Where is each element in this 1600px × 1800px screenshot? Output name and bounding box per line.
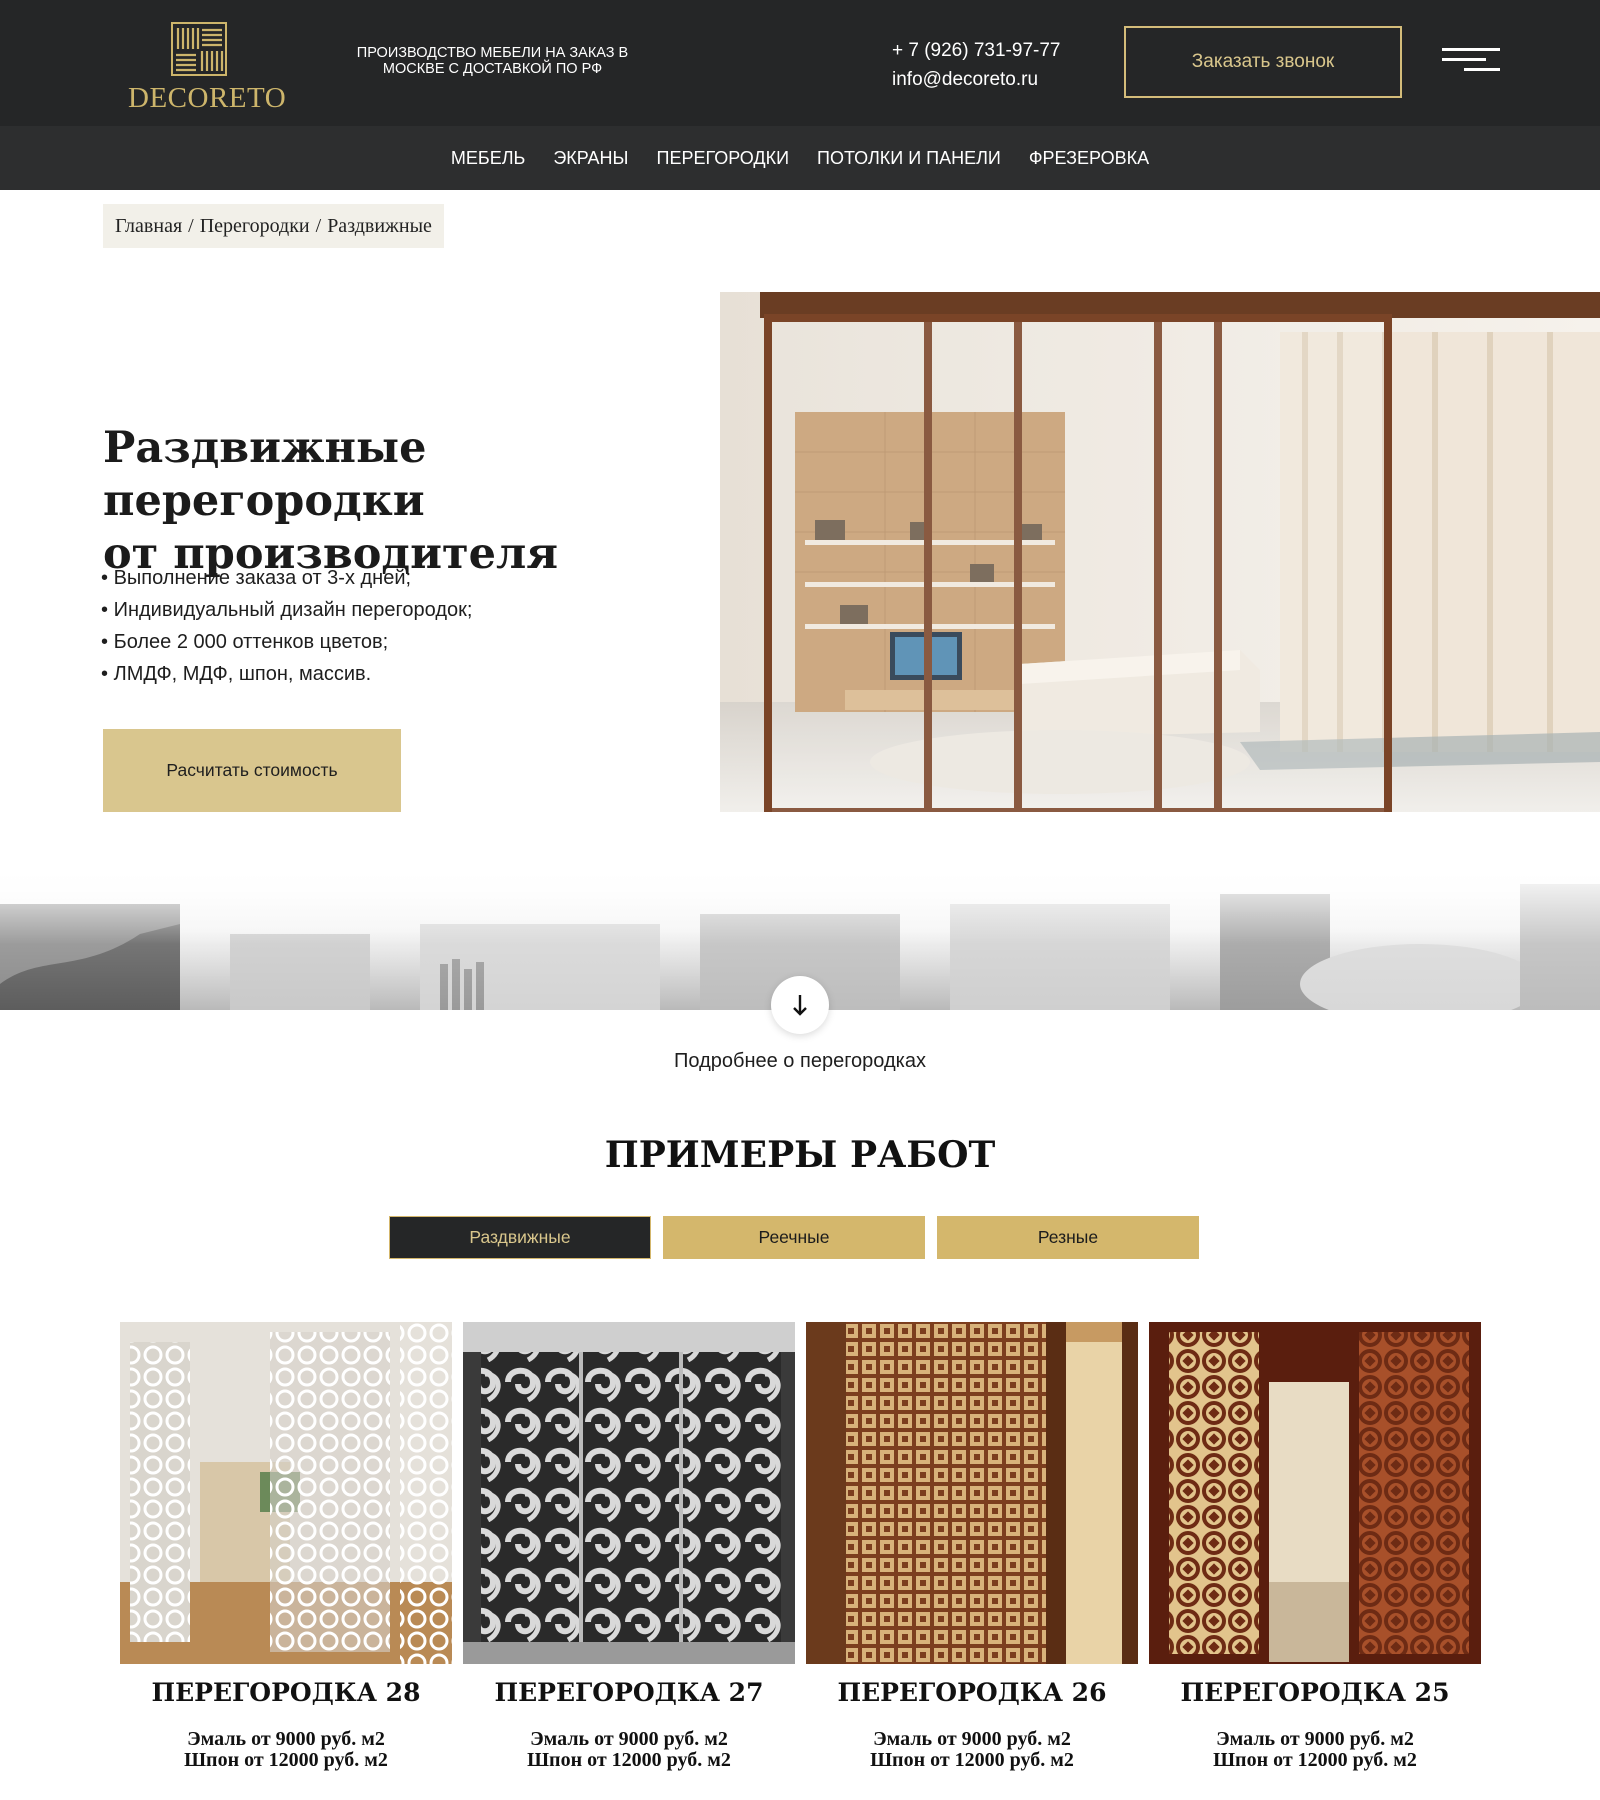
product-image[interactable]	[120, 1322, 452, 1664]
logo[interactable]: DECORETO	[128, 22, 287, 114]
works-section-title: ПРИМЕРЫ РАБОТ	[604, 1134, 996, 1176]
price-enamel: Эмаль от 9000 руб. м2	[187, 1728, 385, 1750]
price-enamel: Эмаль от 9000 руб. м2	[1216, 1728, 1414, 1750]
nav-item-partitions[interactable]: ПЕРЕГОРОДКИ	[657, 148, 790, 169]
product-card[interactable]: ПЕРЕГОРОДКА 28 Эмаль от 9000 руб. м2 Шпо…	[120, 1322, 452, 1771]
breadcrumb-current: Раздвижные	[327, 214, 432, 237]
price-enamel: Эмаль от 9000 руб. м2	[530, 1728, 728, 1750]
product-title[interactable]: ПЕРЕГОРОДКА 27	[463, 1678, 795, 1707]
more-about-partitions-link[interactable]: Подробнее о перегородках	[0, 1050, 1600, 1073]
phone-link[interactable]: + 7 (926) 731-97-77	[892, 36, 1060, 65]
breadcrumb: Главная / Перегородки / Раздвижные	[103, 204, 444, 248]
hero-image	[720, 292, 1600, 812]
logo-mark-icon	[171, 22, 227, 76]
breadcrumb-separator: /	[188, 214, 194, 237]
product-card[interactable]: ПЕРЕГОРОДКА 27 Эмаль от 9000 руб. м2 Шпо…	[463, 1322, 795, 1771]
breadcrumb-separator: /	[315, 214, 322, 237]
product-price: Эмаль от 9000 руб. м2 Шпон от 12000 руб.…	[120, 1729, 452, 1771]
product-card[interactable]: ПЕРЕГОРОДКА 25 Эмаль от 9000 руб. м2 Шпо…	[1149, 1322, 1481, 1771]
product-image[interactable]	[1149, 1322, 1481, 1664]
breadcrumb-partitions[interactable]: Перегородки	[200, 215, 310, 238]
nav-item-ceilings-panels[interactable]: ПОТОЛКИ И ПАНЕЛИ	[817, 148, 1001, 169]
product-price: Эмаль от 9000 руб. м2 Шпон от 12000 руб.…	[806, 1729, 1138, 1771]
price-veneer: Шпон от 12000 руб. м2	[184, 1749, 388, 1771]
product-title[interactable]: ПЕРЕГОРОДКА 28	[120, 1678, 452, 1707]
logo-text: DECORETO	[128, 82, 287, 114]
scroll-down-button[interactable]	[771, 976, 829, 1034]
product-price: Эмаль от 9000 руб. м2 Шпон от 12000 руб.…	[463, 1729, 795, 1771]
feature-item: Индивидуальный дизайн перегородок;	[101, 594, 473, 626]
feature-item: ЛМДФ, МДФ, шпон, массив.	[101, 658, 472, 690]
arrow-down-icon	[793, 995, 807, 1016]
product-price: Эмаль от 9000 руб. м2 Шпон от 12000 руб.…	[1149, 1729, 1481, 1771]
header-contacts: + 7 (926) 731-97-77 info@decoreto.ru	[892, 36, 1060, 94]
breadcrumb-home[interactable]: Главная	[115, 215, 182, 238]
page-title: Раздвижные перегородки от производителя	[103, 422, 663, 581]
feature-item: Более 2 000 оттенков цветов;	[101, 626, 472, 658]
product-title[interactable]: ПЕРЕГОРОДКА 26	[806, 1678, 1138, 1707]
calculate-cost-button[interactable]: Расчитать стоимость	[103, 729, 401, 812]
hamburger-icon[interactable]	[1442, 48, 1500, 74]
nav-item-furniture[interactable]: МЕБЕЛЬ	[451, 148, 525, 169]
product-image[interactable]	[806, 1322, 1138, 1664]
feature-item: Выполнение заказа от 3-х дней;	[101, 562, 472, 594]
nav-item-screens[interactable]: ЭКРАНЫ	[553, 148, 628, 169]
features-list: Выполнение заказа от 3-х дней; Индивидуа…	[101, 562, 473, 690]
email-link[interactable]: info@decoreto.ru	[892, 65, 1060, 94]
price-enamel: Эмаль от 9000 руб. м2	[873, 1728, 1071, 1750]
price-veneer: Шпон от 12000 руб. м2	[870, 1749, 1074, 1771]
callback-button[interactable]: Заказать звонок	[1124, 26, 1402, 98]
price-veneer: Шпон от 12000 руб. м2	[1213, 1749, 1417, 1771]
main-nav: МЕБЕЛЬ ЭКРАНЫ ПЕРЕГОРОДКИ ПОТОЛКИ И ПАНЕ…	[0, 126, 1600, 190]
header-tagline: ПРОИЗВОДСТВО МЕБЕЛИ НА ЗАКАЗ В МОСКВЕ С …	[356, 45, 629, 77]
product-title[interactable]: ПЕРЕГОРОДКА 25	[1149, 1678, 1481, 1707]
works-tabs: Раздвижные Реечные Резные	[389, 1216, 1199, 1259]
site-header: DECORETO ПРОИЗВОДСТВО МЕБЕЛИ НА ЗАКАЗ В …	[0, 0, 1600, 126]
page-title-line-1: Раздвижные перегородки	[103, 423, 427, 526]
price-veneer: Шпон от 12000 руб. м2	[527, 1749, 731, 1771]
product-card[interactable]: ПЕРЕГОРОДКА 26 Эмаль от 9000 руб. м2 Шпо…	[806, 1322, 1138, 1771]
tab-carved[interactable]: Резные	[937, 1216, 1199, 1259]
nav-item-milling[interactable]: ФРЕЗЕРОВКА	[1029, 148, 1149, 169]
product-image[interactable]	[463, 1322, 795, 1664]
tab-slatted[interactable]: Реечные	[663, 1216, 925, 1259]
tab-sliding[interactable]: Раздвижные	[389, 1216, 651, 1259]
